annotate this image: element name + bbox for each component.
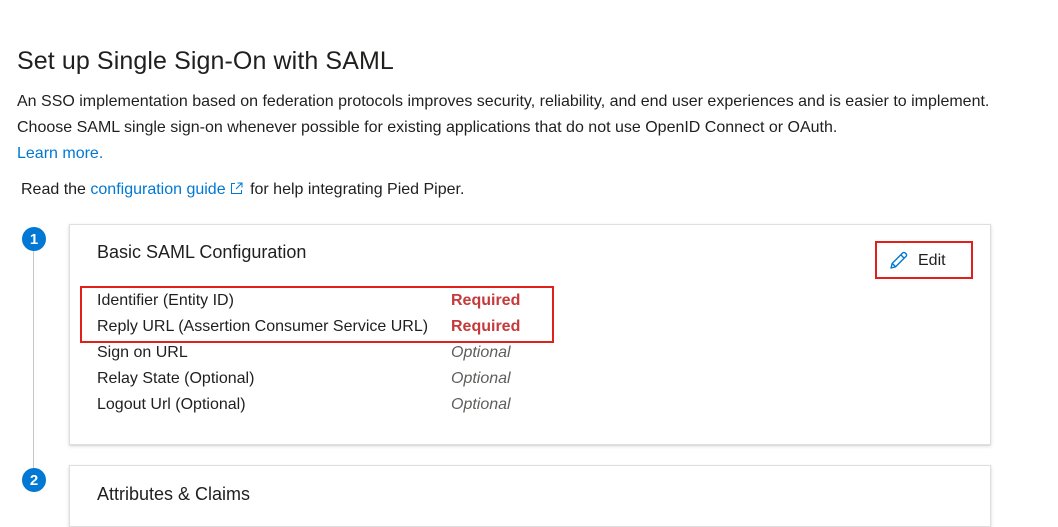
edit-button[interactable]: Edit (887, 249, 946, 273)
guide-prefix: Read the (21, 181, 86, 198)
configuration-guide-link[interactable]: configuration guide (90, 181, 250, 198)
edit-label: Edit (918, 252, 946, 269)
card-title: Basic SAML Configuration (97, 242, 307, 262)
optional-status: Optional (451, 396, 511, 413)
field-label: Logout Url (Optional) (97, 396, 246, 413)
external-link-icon (230, 182, 243, 194)
field-label: Sign on URL (97, 344, 188, 361)
attributes-claims-card: Attributes & Claims (69, 465, 991, 527)
step-timeline (33, 250, 34, 472)
guide-line: Read the configuration guide for help in… (21, 181, 464, 199)
edit-highlight: Edit (875, 241, 973, 279)
optional-status: Optional (451, 370, 511, 387)
step-1-badge: 1 (22, 227, 46, 251)
card-title: Attributes & Claims (97, 484, 251, 504)
learn-more-link[interactable]: Learn more. (17, 141, 1017, 167)
field-label: Relay State (Optional) (97, 370, 255, 387)
required-fields-highlight (80, 286, 554, 343)
intro-paragraph: An SSO implementation based on federatio… (17, 89, 1017, 167)
configuration-guide-label: configuration guide (90, 181, 226, 198)
step-2-badge: 2 (22, 468, 46, 492)
intro-text: An SSO implementation based on federatio… (17, 93, 990, 136)
optional-status: Optional (451, 344, 511, 361)
page-title: Set up Single Sign-On with SAML (17, 46, 394, 75)
guide-suffix: for help integrating Pied Piper. (250, 181, 465, 198)
pencil-icon (890, 251, 908, 269)
